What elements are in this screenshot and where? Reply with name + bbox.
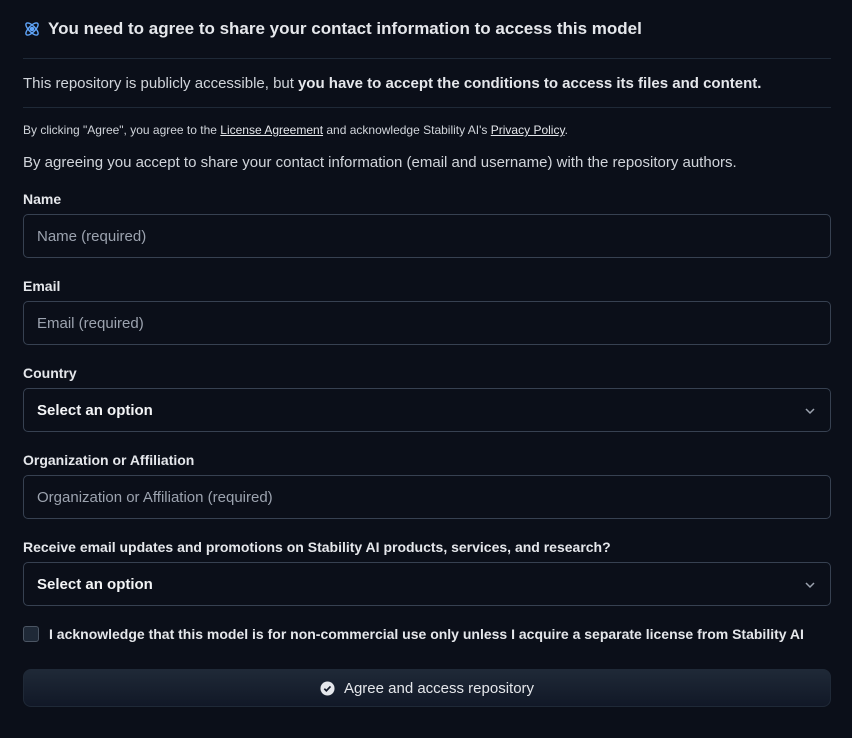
gated-model-icon bbox=[23, 20, 41, 38]
notice-prefix: This repository is publicly accessible, … bbox=[23, 74, 294, 92]
updates-label: Receive email updates and promotions on … bbox=[23, 539, 611, 555]
access-notice: This repository is publicly accessible, … bbox=[23, 59, 831, 108]
country-select-value: Select an option bbox=[37, 401, 153, 419]
notice-emphasis: you have to accept the conditions to acc… bbox=[297, 74, 762, 92]
chevron-down-icon bbox=[804, 404, 816, 416]
country-label: Country bbox=[23, 365, 77, 381]
chevron-down-icon bbox=[804, 578, 816, 590]
agree-text: By agreeing you accept to share your con… bbox=[23, 154, 737, 171]
gated-access-form: You need to agree to share your contact … bbox=[23, 0, 831, 707]
country-select[interactable]: Select an option bbox=[23, 388, 831, 432]
license-text-1: By clicking "Agree", you agree to the bbox=[23, 123, 221, 137]
name-placeholder: Name (required) bbox=[37, 227, 147, 245]
name-input[interactable]: Name (required) bbox=[23, 214, 831, 258]
acknowledge-row: I acknowledge that this model is for non… bbox=[23, 626, 831, 642]
email-label: Email bbox=[23, 278, 61, 294]
updates-select[interactable]: Select an option bbox=[23, 562, 831, 606]
license-notice: By clicking "Agree", you agree to the Li… bbox=[23, 123, 831, 137]
license-text-3: . bbox=[564, 123, 568, 137]
email-input[interactable]: Email (required) bbox=[23, 301, 831, 345]
email-placeholder: Email (required) bbox=[37, 314, 144, 332]
acknowledge-label: I acknowledge that this model is for non… bbox=[49, 626, 804, 642]
license-text-2: and acknowledge Stability AI's bbox=[323, 123, 491, 137]
header: You need to agree to share your contact … bbox=[23, 0, 831, 59]
license-agreement-link[interactable]: License Agreement bbox=[220, 123, 323, 137]
organization-placeholder: Organization or Affiliation (required) bbox=[37, 488, 273, 506]
agree-access-label: Agree and access repository bbox=[343, 679, 535, 697]
updates-select-value: Select an option bbox=[37, 575, 153, 593]
privacy-policy-link[interactable]: Privacy Policy bbox=[491, 123, 565, 137]
check-circle-icon bbox=[320, 680, 335, 696]
page-title: You need to agree to share your contact … bbox=[48, 19, 642, 38]
name-label: Name bbox=[23, 191, 62, 207]
organization-input[interactable]: Organization or Affiliation (required) bbox=[23, 475, 831, 519]
acknowledge-checkbox[interactable] bbox=[23, 626, 39, 642]
agree-access-button[interactable]: Agree and access repository bbox=[23, 669, 831, 707]
organization-label: Organization or Affiliation bbox=[23, 452, 195, 468]
